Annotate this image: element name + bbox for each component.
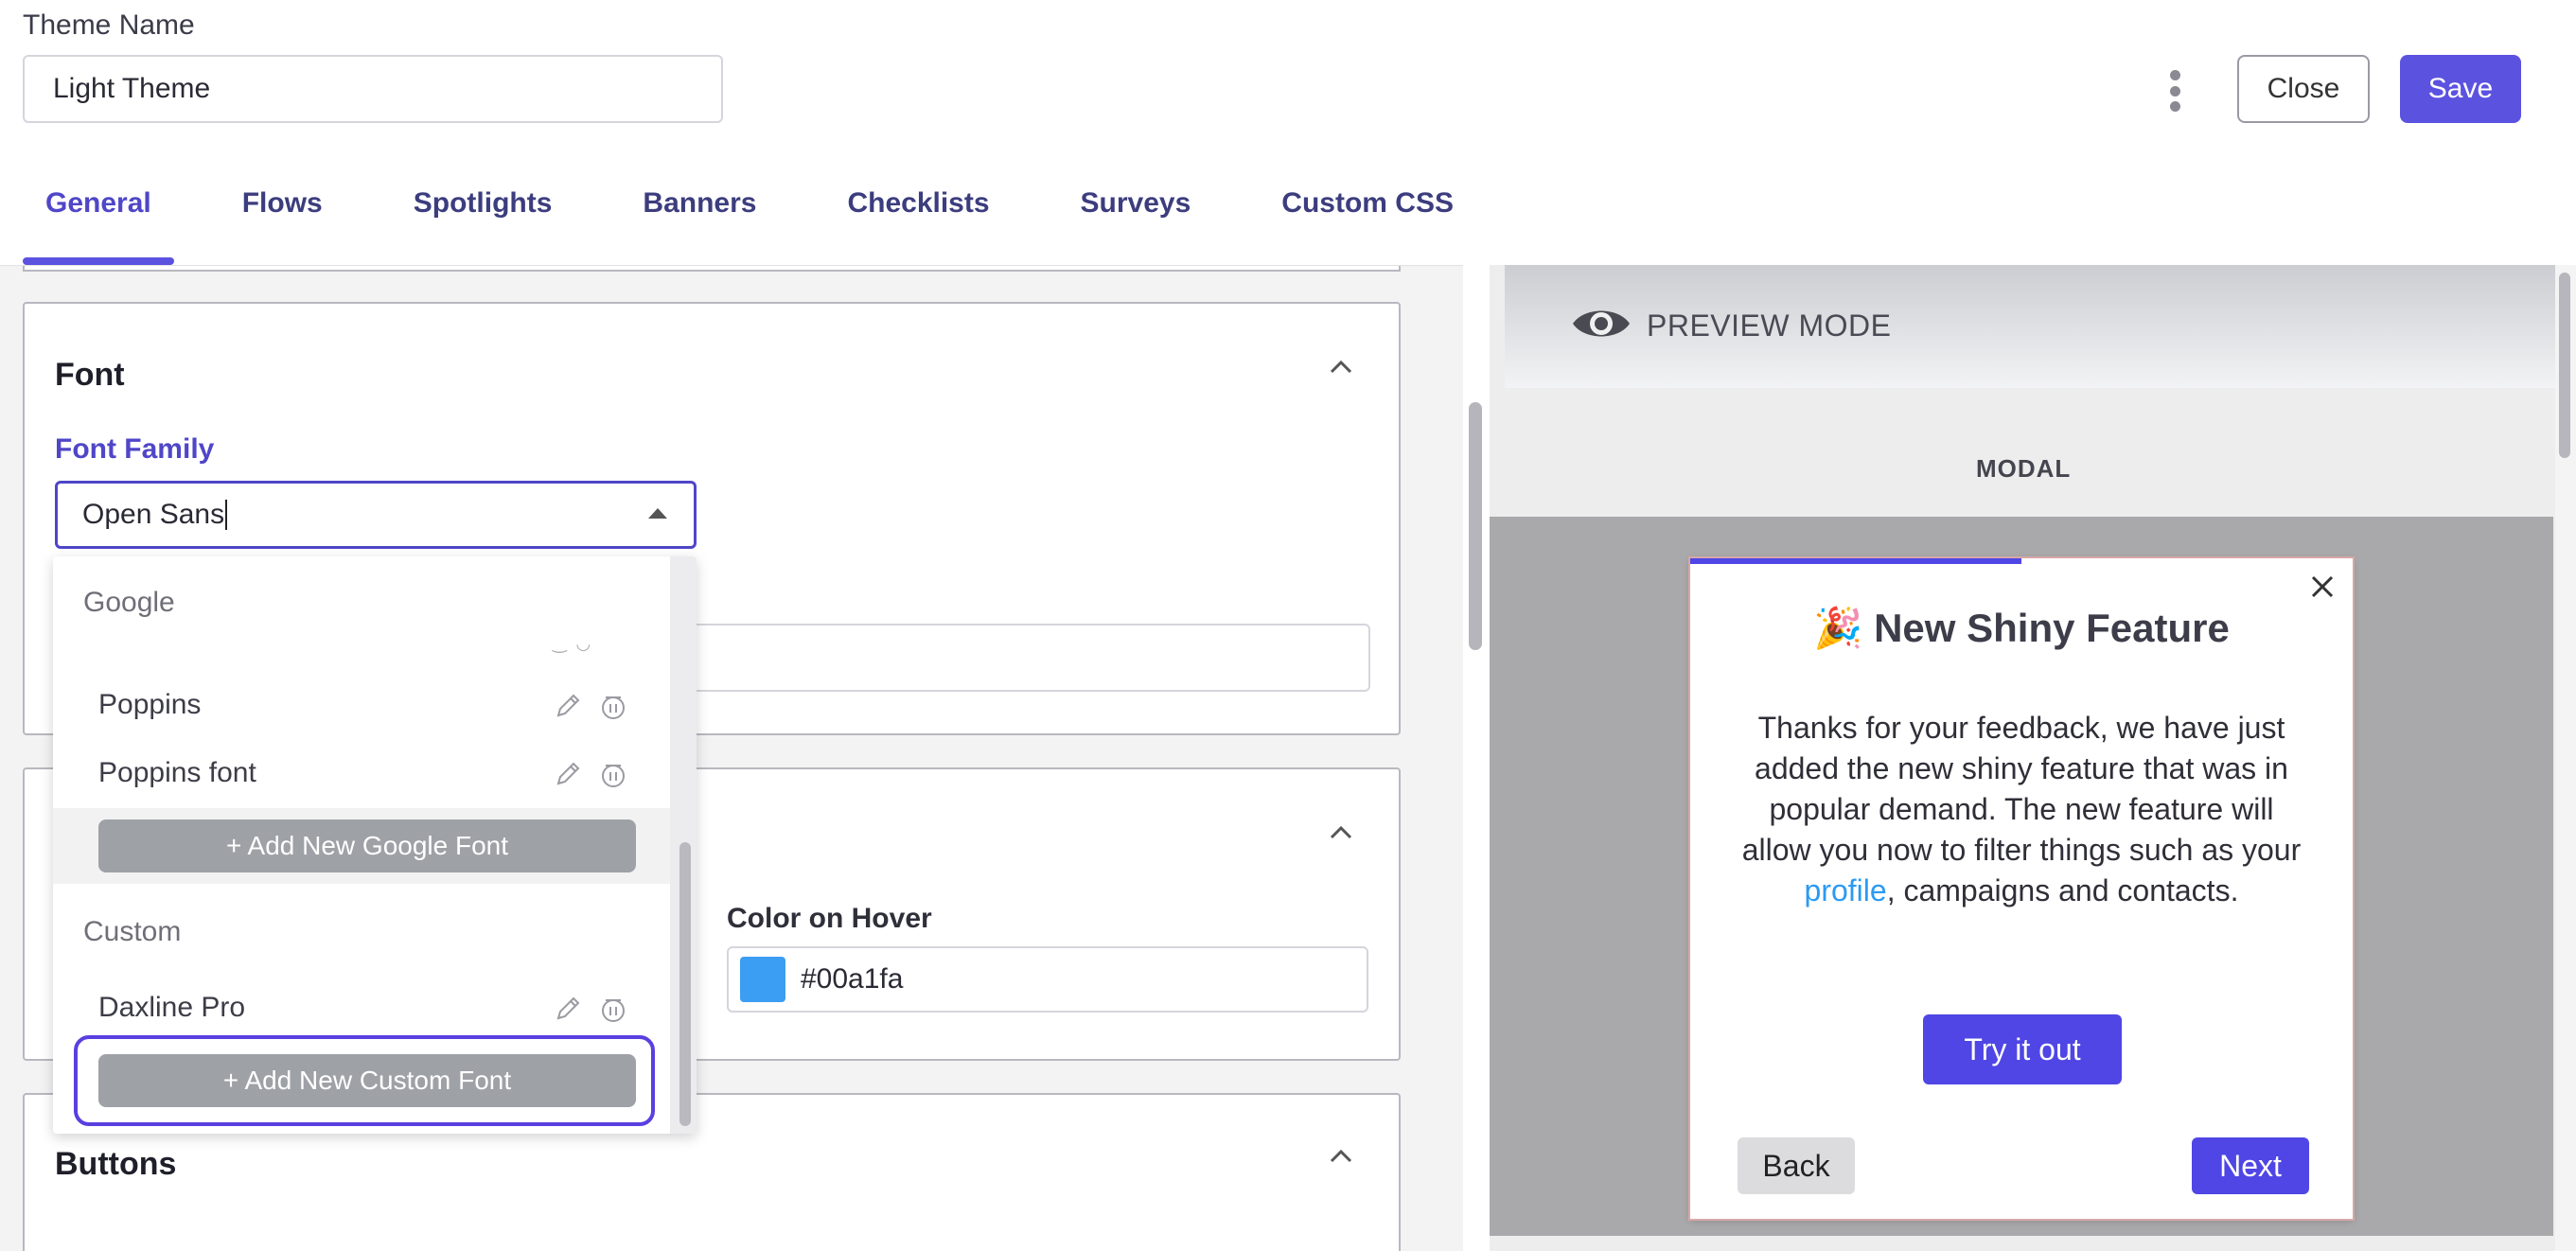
theme-name-label: Theme Name xyxy=(23,9,195,41)
dropdown-scrollbar-thumb[interactable] xyxy=(679,842,691,1126)
tab-bar: General Flows Spotlights Banners Checkli… xyxy=(0,170,1454,265)
modal-title: 🎉 New Shiny Feature xyxy=(1690,606,2353,652)
party-popper-icon: 🎉 xyxy=(1813,606,1863,650)
dropdown-group-custom: Custom xyxy=(83,916,182,947)
font-family-label: Font Family xyxy=(55,433,215,465)
font-family-dropdown: Google ‿ ◡ Poppins Poppins font + Add Ne… xyxy=(53,556,697,1134)
tab-spotlights[interactable]: Spotlights xyxy=(414,170,553,265)
preview-panel: PREVIEW MODE MODAL 🎉 New Shiny Feature T… xyxy=(1490,265,2555,1251)
preview-mode-label: PREVIEW MODE xyxy=(1647,308,1892,343)
trash-icon[interactable] xyxy=(598,690,628,722)
tab-banners[interactable]: Banners xyxy=(643,170,756,265)
kebab-vertical-icon[interactable] xyxy=(2158,68,2192,114)
color-on-hover-field[interactable]: #00a1fa xyxy=(727,946,1368,1013)
try-it-out-button[interactable]: Try it out xyxy=(1923,1014,2122,1084)
caret-up-icon xyxy=(648,508,667,519)
preview-scrollbar-thumb[interactable] xyxy=(2559,273,2570,458)
previous-section-card xyxy=(23,266,1401,272)
save-button[interactable]: Save xyxy=(2400,55,2521,123)
font-section-title: Font xyxy=(55,357,125,393)
color-on-hover-label: Color on Hover xyxy=(727,903,932,934)
dropdown-item-poppins-font[interactable]: Poppins font xyxy=(98,757,256,789)
pencil-icon[interactable] xyxy=(553,758,583,790)
color-swatch[interactable] xyxy=(740,957,785,1002)
tab-custom-css[interactable]: Custom CSS xyxy=(1281,170,1454,265)
modal-body-text-start: Thanks for your feedback, we have just a… xyxy=(1741,711,2302,867)
font-family-value: Open Sans xyxy=(82,499,225,530)
tab-checklists[interactable]: Checklists xyxy=(847,170,989,265)
theme-name-input[interactable] xyxy=(23,55,723,123)
modal-body: Thanks for your feedback, we have just a… xyxy=(1741,708,2302,911)
item-actions xyxy=(553,755,638,793)
preview-modal: 🎉 New Shiny Feature Thanks for your feed… xyxy=(1690,558,2353,1219)
settings-scrollbar-thumb[interactable] xyxy=(1469,402,1482,650)
trash-icon[interactable] xyxy=(598,993,628,1025)
preview-header: PREVIEW MODE xyxy=(1505,265,2555,388)
chevron-up-icon[interactable] xyxy=(1327,353,1355,381)
trash-icon[interactable] xyxy=(598,758,628,790)
font-url-field[interactable] xyxy=(687,624,1370,692)
pencil-icon[interactable] xyxy=(553,993,583,1025)
tab-flows[interactable]: Flows xyxy=(242,170,323,265)
next-button[interactable]: Next xyxy=(2192,1137,2309,1194)
item-actions xyxy=(553,990,638,1028)
highlight-outline xyxy=(74,1035,655,1126)
modal-title-text: New Shiny Feature xyxy=(1874,606,2230,650)
back-button[interactable]: Back xyxy=(1738,1137,1855,1194)
pencil-icon[interactable] xyxy=(553,690,583,722)
google-add-row: + Add New Google Font xyxy=(53,808,674,884)
dropdown-item-daxline-pro[interactable]: Daxline Pro xyxy=(98,992,245,1024)
preview-type-label: MODAL xyxy=(1976,454,2072,483)
eye-icon xyxy=(1573,310,1630,337)
chevron-up-icon[interactable] xyxy=(1327,819,1355,847)
add-google-font-button[interactable]: + Add New Google Font xyxy=(98,819,636,872)
tab-general[interactable]: General xyxy=(23,170,174,265)
font-family-select[interactable]: Open Sans xyxy=(55,481,697,549)
close-button[interactable]: Close xyxy=(2237,55,2370,123)
clipped-item-icons: ‿ ◡ xyxy=(553,634,591,653)
chevron-up-icon[interactable] xyxy=(1327,1142,1355,1171)
buttons-section-title: Buttons xyxy=(55,1146,177,1182)
dropdown-group-google: Google xyxy=(83,587,175,618)
close-icon[interactable] xyxy=(2307,572,2338,602)
modal-body-text-end: , campaigns and contacts. xyxy=(1886,873,2239,907)
item-actions xyxy=(553,687,638,725)
dropdown-item-poppins[interactable]: Poppins xyxy=(98,689,201,721)
modal-progress-bar xyxy=(1690,558,2021,564)
tab-surveys[interactable]: Surveys xyxy=(1081,170,1191,265)
profile-link[interactable]: profile xyxy=(1805,873,1887,907)
color-on-hover-value: #00a1fa xyxy=(801,963,904,995)
